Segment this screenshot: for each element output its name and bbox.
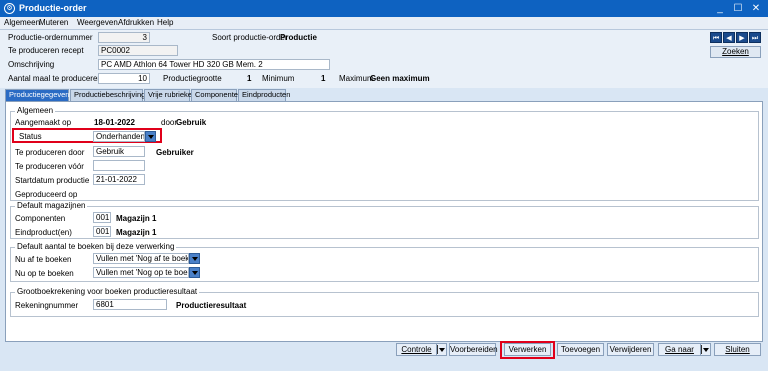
soort-label: Soort productie-order xyxy=(212,33,288,42)
componenten-field[interactable]: 001 xyxy=(93,212,111,223)
minimize-button[interactable]: _ xyxy=(713,2,727,15)
startdatum-field[interactable]: 21-01-2022 xyxy=(93,174,145,185)
startdatum-label: Startdatum productie xyxy=(15,176,90,185)
ordernummer-field[interactable]: 3 xyxy=(98,32,150,43)
voor-label: Te produceren vóór xyxy=(15,162,84,171)
recept-field[interactable]: PC0002 xyxy=(98,45,178,56)
group-magazijnen: Default magazijnen Componenten 001 Magaz… xyxy=(10,201,759,239)
verwijderen-button[interactable]: Verwijderen xyxy=(607,343,654,356)
window-title: Productie-order xyxy=(19,3,87,13)
app-logo-icon: ⚙ xyxy=(4,3,15,14)
tab-productiebeschrijving[interactable]: Productiebeschrijving xyxy=(70,89,145,101)
aantal-field[interactable]: 10 xyxy=(98,73,150,84)
menu-help[interactable]: Help xyxy=(157,18,173,27)
omschrijving-field[interactable]: PC AMD Athlon 64 Tower HD 320 GB Mem. 2 xyxy=(98,59,330,70)
door-label: door xyxy=(161,118,178,127)
ordernummer-label: Productie-ordernummer xyxy=(8,33,93,42)
maximum-label: Maximum xyxy=(339,74,374,83)
grootte-value: 1 xyxy=(247,74,252,83)
controle-dropdown-icon[interactable] xyxy=(436,343,447,356)
recept-label: Te produceren recept xyxy=(8,46,84,55)
verwerken-highlight xyxy=(500,341,555,359)
componenten-label: Componenten xyxy=(15,214,66,223)
title-bar: ⚙ Productie-order _ ☐ ✕ xyxy=(0,0,768,17)
status-select[interactable]: Onderhanden xyxy=(93,131,145,142)
door-produceren-name: Gebruiker xyxy=(156,148,194,157)
door-produceren-label: Te produceren door xyxy=(15,148,85,157)
eindproduct-name: Magazijn 1 xyxy=(116,228,157,237)
controle-label: Controle xyxy=(401,345,432,354)
menu-weergeven[interactable]: Weergeven xyxy=(77,18,118,27)
op-dropdown-icon[interactable] xyxy=(189,267,200,278)
tab-productiegegevens[interactable]: Productiegegevens xyxy=(5,89,73,101)
group-magazijnen-title: Default magazijnen xyxy=(15,201,88,210)
componenten-name: Magazijn 1 xyxy=(116,214,157,223)
rekening-field[interactable]: 6801 xyxy=(93,299,167,310)
order-header: Productie-ordernummer 3 Soort productie-… xyxy=(0,30,768,88)
aangemaakt-value: 18-01-2022 xyxy=(94,118,135,127)
ga-naar-button[interactable]: Ga naar xyxy=(658,343,700,356)
maximum-value: Geen maximum xyxy=(370,74,430,83)
voor-field[interactable] xyxy=(93,160,145,171)
op-label: Nu op te boeken xyxy=(15,269,74,278)
tab-componenten[interactable]: Componenten xyxy=(191,89,242,101)
tab-eindproducten[interactable]: Eindproducten xyxy=(238,89,290,101)
af-dropdown-icon[interactable] xyxy=(189,253,200,264)
group-algemeen: Algemeen Aangemaakt op 18-01-2022 door G… xyxy=(10,106,759,201)
rekening-name: Productieresultaat xyxy=(176,301,247,310)
minimum-value: 1 xyxy=(321,74,326,83)
sluiten-label: Sluiten xyxy=(725,345,750,354)
door-value: Gebruik xyxy=(176,118,207,127)
menu-afdrukken[interactable]: Afdrukken xyxy=(118,18,154,27)
af-label: Nu af te boeken xyxy=(15,255,72,264)
ga-naar-dropdown-icon[interactable] xyxy=(700,343,711,356)
next-record-icon[interactable]: ▶ xyxy=(736,32,748,43)
op-select[interactable]: Vullen met 'Nog op te boeken' xyxy=(93,267,189,278)
menu-algemeen[interactable]: Algemeen xyxy=(4,18,40,27)
group-grootboek-title: Grootboekrekening voor boeken productier… xyxy=(15,287,200,296)
af-select[interactable]: Vullen met 'Nog af te boeken' xyxy=(93,253,189,264)
menu-muteren[interactable]: Muteren xyxy=(39,18,68,27)
omschrijving-label: Omschrijving xyxy=(8,60,55,69)
ga-naar-label: Ga naar xyxy=(665,345,694,354)
group-aantal-title: Default aantal te boeken bij deze verwer… xyxy=(15,242,177,251)
rekening-label: Rekeningnummer xyxy=(15,301,79,310)
status-label: Status xyxy=(19,132,42,141)
group-algemeen-title: Algemeen xyxy=(15,106,56,115)
eindproduct-label: Eindproduct(en) xyxy=(15,228,72,237)
group-grootboek: Grootboekrekening voor boeken productier… xyxy=(10,287,759,317)
last-record-icon[interactable]: ⏭ xyxy=(749,32,761,43)
soort-value: Productie xyxy=(280,33,317,42)
geproduceerd-label: Geproduceerd op xyxy=(15,190,78,199)
first-record-icon[interactable]: ⏮ xyxy=(710,32,722,43)
toevoegen-button[interactable]: Toevoegen xyxy=(557,343,604,356)
maximize-button[interactable]: ☐ xyxy=(731,2,745,15)
grootte-label: Productiegrootte xyxy=(163,74,222,83)
sluiten-button[interactable]: Sluiten xyxy=(714,343,761,356)
menu-bar: Algemeen Muteren Weergeven Afdrukken Hel… xyxy=(0,17,768,30)
group-aantal: Default aantal te boeken bij deze verwer… xyxy=(10,242,759,282)
status-dropdown-icon[interactable] xyxy=(145,131,156,142)
tab-panel: Algemeen Aangemaakt op 18-01-2022 door G… xyxy=(5,101,763,342)
aantal-label: Aantal maal te produceren xyxy=(8,74,102,83)
zoeken-button[interactable]: Zoeken xyxy=(710,46,761,58)
eindproduct-field[interactable]: 001 xyxy=(93,226,111,237)
close-button[interactable]: ✕ xyxy=(749,2,763,15)
previous-record-icon[interactable]: ◀ xyxy=(723,32,735,43)
footer-bar: Controle Voorbereiden Verwerken Toevoege… xyxy=(0,341,768,371)
aangemaakt-label: Aangemaakt op xyxy=(15,118,72,127)
door-produceren-field[interactable]: Gebruik xyxy=(93,146,145,157)
tab-vrije-rubrieken[interactable]: Vrije rubrieken xyxy=(144,89,196,101)
controle-button[interactable]: Controle xyxy=(396,343,436,356)
minimum-label: Minimum xyxy=(262,74,295,83)
voorbereiden-button[interactable]: Voorbereiden xyxy=(449,343,498,356)
